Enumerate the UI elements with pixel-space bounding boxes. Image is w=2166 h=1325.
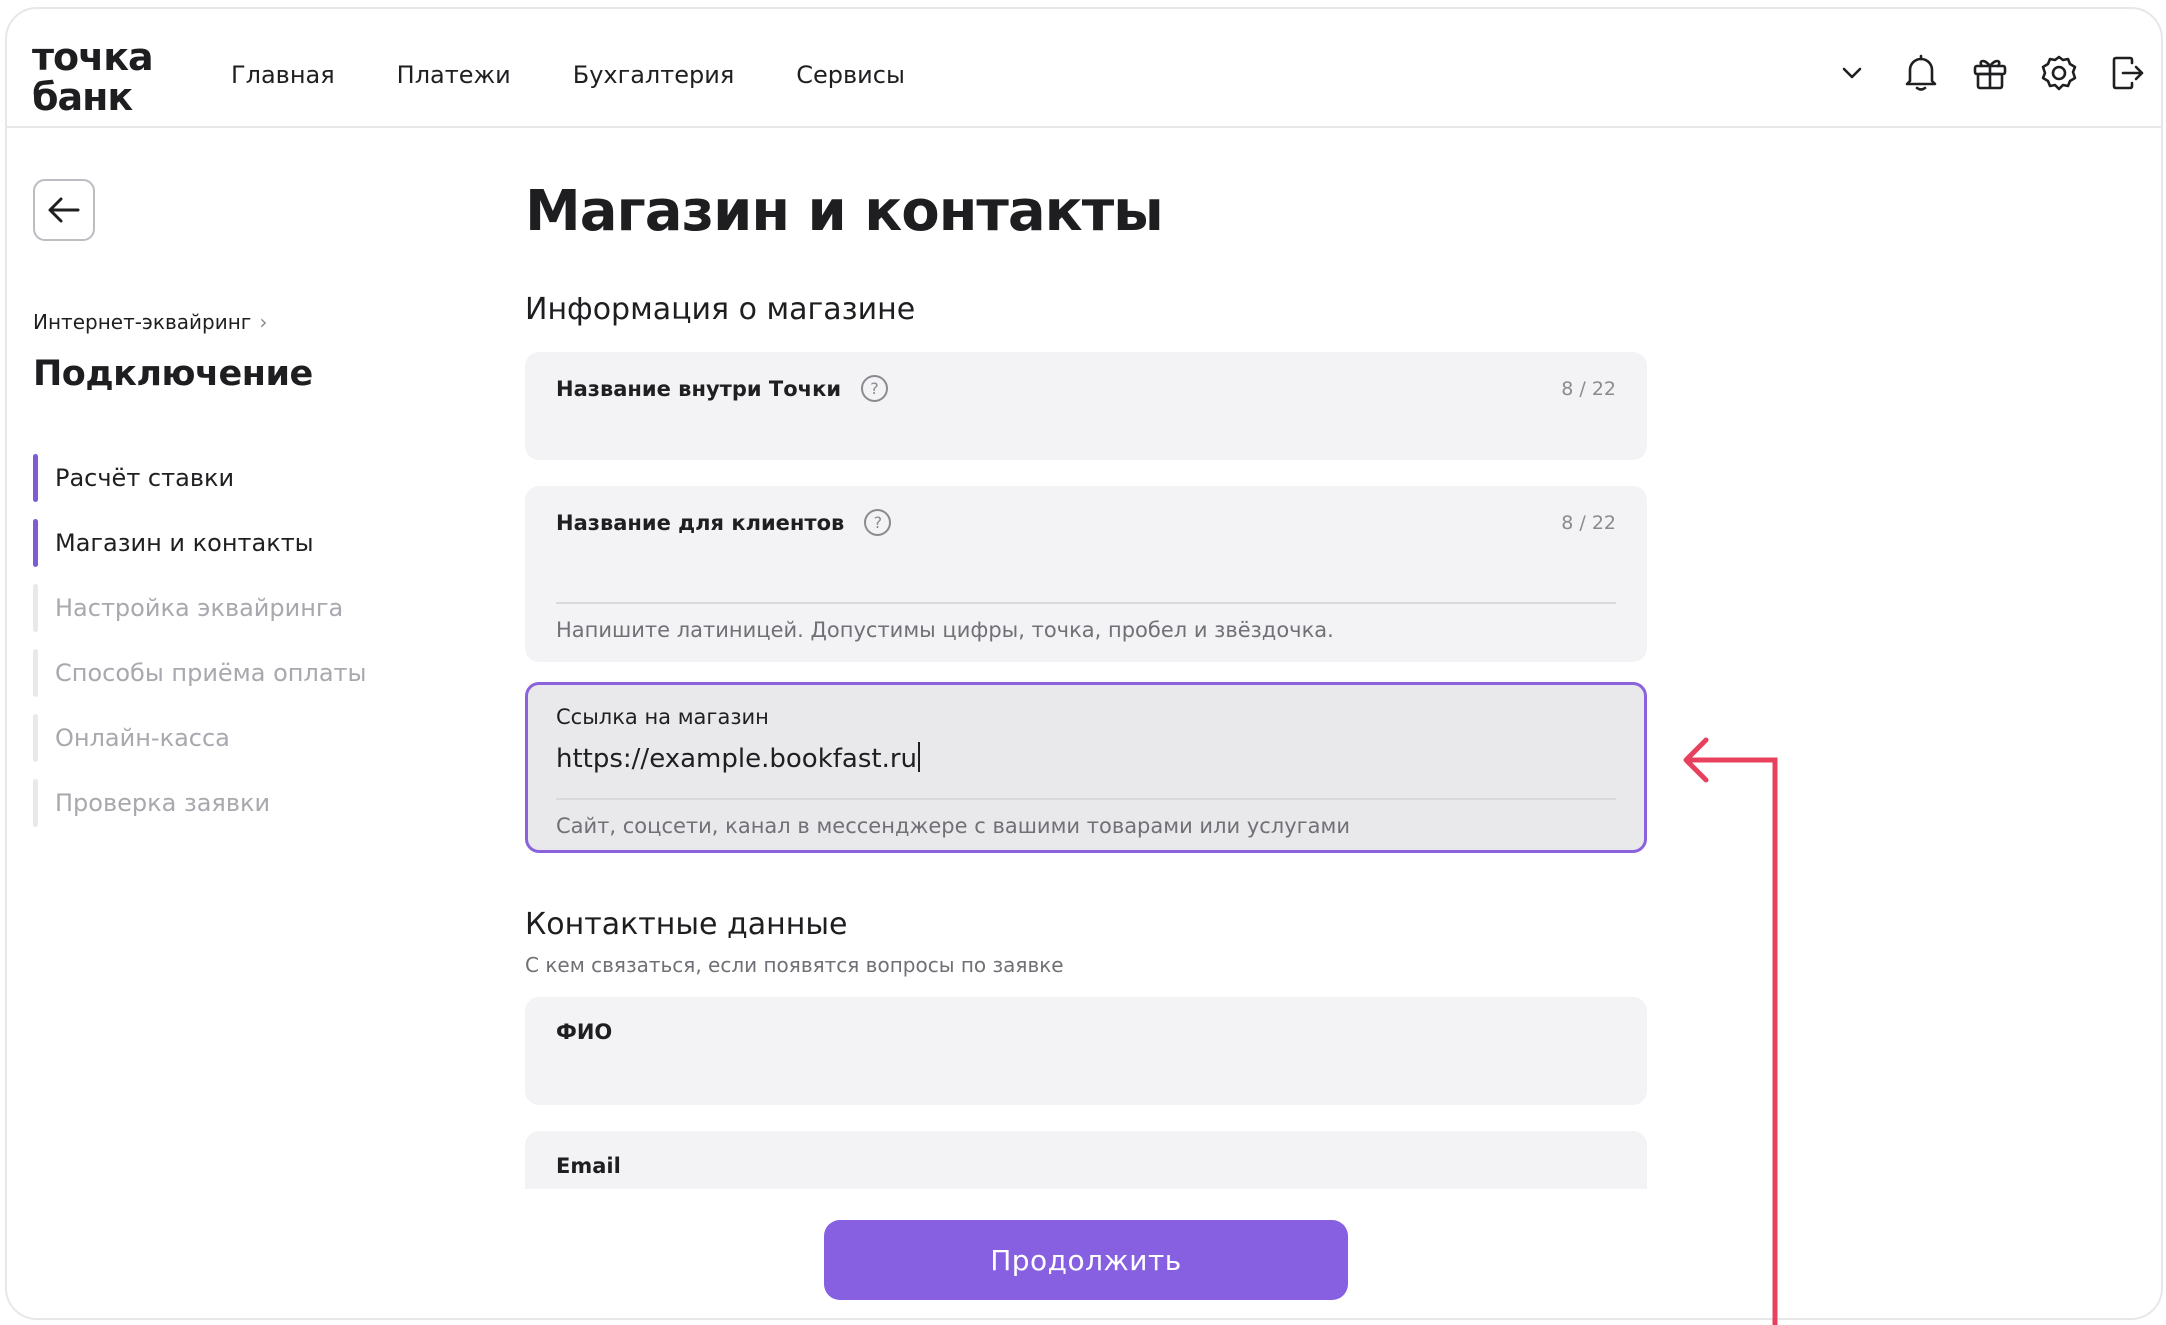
step-list: Расчёт ставки Магазин и контакты Настрой…	[33, 454, 366, 844]
step-payment-methods[interactable]: Способы приёма оплаты	[33, 649, 366, 697]
step-indicator	[33, 649, 38, 697]
chevron-right-icon: ›	[259, 310, 268, 334]
shop-link-label: Ссылка на магазин	[556, 705, 769, 729]
step-shop-contacts[interactable]: Магазин и контакты	[33, 519, 366, 567]
internal-name-label: Название внутри Точки ?	[556, 375, 889, 402]
shop-link-value: https://example.bookfast.ru	[556, 744, 918, 774]
shop-info-heading: Информация о магазине	[525, 292, 916, 327]
step-indicator	[33, 714, 38, 762]
step-label: Проверка заявки	[55, 789, 271, 817]
step-indicator	[33, 454, 38, 502]
client-name-field[interactable]: Название для клиентов ? 8 / 22 Напишите …	[525, 486, 1647, 662]
back-button[interactable]	[33, 179, 95, 241]
client-name-hint: Напишите латиницей. Допустимы цифры, точ…	[556, 618, 1334, 642]
bell-icon[interactable]	[1897, 49, 1945, 97]
email-label: Email	[556, 1154, 621, 1178]
client-name-counter: 8 / 22	[1561, 512, 1616, 534]
gift-icon[interactable]	[1966, 49, 2014, 97]
sidebar-title: Подключение	[33, 354, 313, 394]
step-indicator	[33, 584, 38, 632]
shop-link-field[interactable]: Ссылка на магазин https://example.bookfa…	[525, 682, 1647, 853]
help-icon[interactable]: ?	[861, 375, 889, 402]
nav-item-services[interactable]: Сервисы	[796, 61, 905, 89]
shop-link-input[interactable]: https://example.bookfast.ru	[556, 742, 921, 774]
step-acquiring-setup[interactable]: Настройка эквайринга	[33, 584, 366, 632]
internal-name-counter: 8 / 22	[1561, 378, 1616, 400]
gear-icon[interactable]	[2035, 49, 2083, 97]
shop-link-hint: Сайт, соцсети, канал в мессенджере с ваш…	[556, 814, 1351, 838]
help-icon[interactable]: ?	[864, 509, 892, 536]
main-nav: Главная Платежи Бухгалтерия Сервисы	[231, 61, 967, 89]
field-divider	[556, 602, 1616, 604]
chevron-down-icon[interactable]	[1828, 49, 1876, 97]
text-caret	[918, 742, 921, 772]
nav-item-payments[interactable]: Платежи	[397, 61, 511, 89]
step-online-cashbox[interactable]: Онлайн-касса	[33, 714, 366, 762]
client-name-label-text: Название для клиентов	[556, 510, 845, 535]
step-label: Способы приёма оплаты	[55, 659, 367, 687]
logo-line-1: точка	[32, 35, 154, 79]
bank-logo[interactable]: точка банк	[32, 35, 154, 119]
nav-item-home[interactable]: Главная	[231, 61, 335, 89]
page-title: Магазин и контакты	[525, 179, 1164, 244]
logo-line-2: банк	[32, 75, 133, 119]
step-application-review[interactable]: Проверка заявки	[33, 779, 366, 827]
breadcrumb[interactable]: Интернет-эквайринг ›	[33, 310, 267, 334]
nav-item-accounting[interactable]: Бухгалтерия	[573, 61, 735, 89]
logout-icon[interactable]	[2104, 49, 2152, 97]
shop-link-label-text: Ссылка на магазин	[556, 705, 769, 729]
step-indicator	[33, 779, 38, 827]
internal-name-label-text: Название внутри Точки	[556, 376, 842, 401]
top-header: точка банк Главная Платежи Бухгалтерия С…	[7, 9, 2161, 128]
step-label: Онлайн-касса	[55, 724, 230, 752]
full-name-label: ФИО	[556, 1020, 613, 1044]
contacts-heading: Контактные данные	[525, 907, 848, 942]
contacts-subtitle: С кем связаться, если появятся вопросы п…	[525, 953, 1064, 977]
step-label: Магазин и контакты	[55, 529, 314, 557]
breadcrumb-label: Интернет-эквайринг	[33, 310, 252, 334]
client-name-label: Название для клиентов ?	[556, 509, 892, 536]
step-label: Настройка эквайринга	[55, 594, 344, 622]
app-window: точка банк Главная Платежи Бухгалтерия С…	[5, 7, 2163, 1320]
internal-name-field[interactable]: Название внутри Точки ? 8 / 22	[525, 352, 1647, 460]
continue-button[interactable]: Продолжить	[824, 1220, 1348, 1300]
field-divider	[556, 798, 1616, 800]
step-label: Расчёт ставки	[55, 464, 235, 492]
step-rate-calculation[interactable]: Расчёт ставки	[33, 454, 366, 502]
arrow-left-icon	[48, 197, 80, 223]
step-indicator	[33, 519, 38, 567]
full-name-field[interactable]: ФИО	[525, 997, 1647, 1105]
